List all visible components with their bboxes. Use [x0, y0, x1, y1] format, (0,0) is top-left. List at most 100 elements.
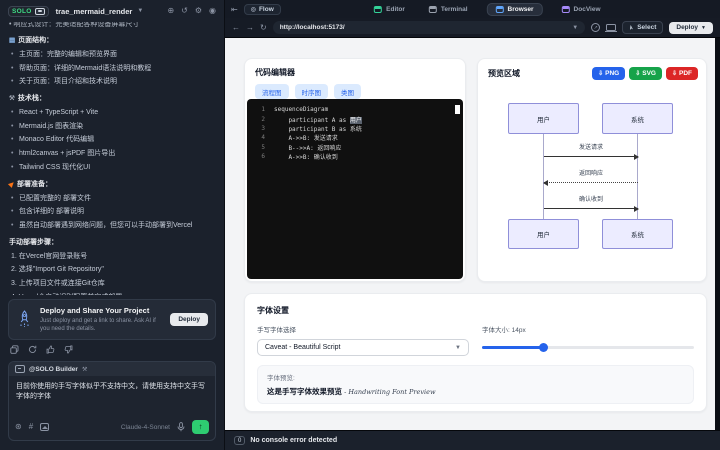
- font-size-slider[interactable]: [482, 339, 694, 356]
- attach-image-icon[interactable]: [40, 423, 49, 431]
- page-structure-list: 主页面：完整的编辑和预览界面 帮助页面：详细的Mermaid语法说明和教程 关于…: [9, 51, 215, 86]
- tab-sequence[interactable]: 时序图: [295, 84, 329, 99]
- list-item: Mermaid.js 图表渲染: [11, 123, 215, 131]
- device-toggle-icon[interactable]: [606, 24, 616, 31]
- code-editor-panel: 代码编辑器 流程图 时序图 类图 1 sequenceDiagram 2 par…: [244, 58, 466, 282]
- list-item: 主页面：完整的编辑和预览界面: [11, 51, 215, 59]
- slider-track[interactable]: [482, 346, 694, 350]
- select-element-button[interactable]: ➣ Select: [622, 21, 663, 34]
- list-item: 已配置完整的 部署文件: [11, 195, 215, 203]
- message-label: 返回响应: [544, 168, 638, 177]
- status-message: No console error detected: [250, 437, 337, 444]
- builder-icon: [35, 8, 45, 15]
- project-name[interactable]: trae_mermaid_render: [56, 7, 133, 16]
- sidebar-header-actions: ⊕ ↺ ⚙ ◉: [167, 7, 216, 15]
- step-item: 4. Vercel会自动识别配置并完成部署: [11, 294, 215, 296]
- editor-minimap[interactable]: [455, 105, 460, 114]
- deploy-card-title: Deploy and Share Your Project: [40, 306, 163, 315]
- chevron-down-icon: ▼: [701, 25, 706, 31]
- font-preview-suffix: - Handwriting Font Preview: [344, 388, 435, 396]
- actor-box-bottom: 用户: [508, 219, 579, 249]
- selected-text: 用户: [350, 117, 362, 124]
- deploy-button[interactable]: Deploy: [170, 313, 208, 326]
- step-item: 1. 在Vercel官网登录账号: [11, 253, 215, 261]
- hash-icon[interactable]: #: [29, 423, 33, 431]
- chevron-down-icon[interactable]: ▼: [137, 8, 143, 14]
- collapse-panel-icon[interactable]: ⇤: [231, 5, 238, 14]
- context-icon[interactable]: ⊛: [15, 423, 22, 431]
- actor-box-top: 用户: [508, 103, 579, 134]
- url-input[interactable]: http://localhost:5173/ ▼: [273, 21, 585, 34]
- deploy-share-card: Deploy and Share Your Project Just deplo…: [8, 299, 216, 340]
- builder-mode-icon: ⚒: [82, 366, 87, 373]
- agent-name: @SOLO Builder: [29, 366, 78, 373]
- chat-input-field[interactable]: 目前你使用的手写字体似乎不支持中文，请使用支持中文手写字体的字体: [9, 376, 215, 416]
- open-external-icon[interactable]: ↗: [591, 23, 600, 32]
- deploy-dropdown-button[interactable]: Deploy ▼: [669, 22, 713, 34]
- browser-urlbar: ← → ↻ http://localhost:5173/ ▼ ↗ ➣ Selec…: [225, 18, 720, 38]
- deploy-card-description: Just deploy and get a link to share. Ask…: [40, 317, 163, 333]
- history-icon[interactable]: ↺: [181, 7, 188, 15]
- chat-transcript[interactable]: • 响应式设计：完美适配各种设备屏幕尺寸 ▤ 页面结构： 主页面：完整的编辑和预…: [0, 22, 224, 295]
- message-arrow-right: [544, 208, 638, 209]
- font-size-label: 字体大小: 14px: [482, 324, 694, 334]
- message-arrow-left-dotted: [544, 182, 638, 183]
- tab-flowchart[interactable]: 流程图: [255, 84, 289, 99]
- error-count-badge: 0: [234, 436, 245, 445]
- page-icon: ▤: [9, 36, 15, 44]
- diagram-type-tabs: 流程图 时序图 类图: [255, 84, 465, 99]
- flow-button[interactable]: ◎ Flow: [244, 4, 281, 15]
- tech-stack-list: React + TypeScript + Vite Mermaid.js 图表渲…: [9, 109, 215, 171]
- section-heading-pages: ▤ 页面结构：: [9, 35, 215, 45]
- profile-icon[interactable]: ◉: [209, 7, 216, 15]
- code-line: 2 participant A as 用户: [247, 114, 463, 123]
- browser-viewport: 代码编辑器 流程图 时序图 类图 1 sequenceDiagram 2 par…: [225, 38, 720, 430]
- actor-box-top: 系统: [602, 103, 673, 134]
- code-line: 6 A->>B: 确认收到: [247, 152, 463, 161]
- tab-docview[interactable]: DocView: [557, 3, 606, 16]
- send-button[interactable]: ↑: [192, 420, 209, 434]
- message-actions-row: [0, 340, 224, 356]
- settings-icon[interactable]: ⚙: [195, 7, 202, 15]
- solo-logo-text: SOLO: [12, 8, 32, 15]
- url-dropdown-icon[interactable]: ▼: [572, 25, 578, 31]
- slider-thumb[interactable]: [539, 343, 548, 352]
- workspace-panel: ⇤ ◎ Flow Editor Terminal Browser: [225, 0, 720, 450]
- tab-class[interactable]: 类图: [334, 84, 361, 99]
- tab-terminal[interactable]: Terminal: [424, 3, 473, 16]
- section-heading-manual-steps: 手动部署步骤：: [9, 237, 215, 247]
- code-line: 4 A->>B: 发送请求: [247, 133, 463, 142]
- monaco-editor[interactable]: 1 sequenceDiagram 2 participant A as 用户 …: [247, 99, 463, 279]
- code-line: 5 B-->>A: 返回响应: [247, 143, 463, 152]
- workspace-tabbar: ⇤ ◎ Flow Editor Terminal Browser: [225, 0, 720, 18]
- clipped-message-line: • 响应式设计：完美适配各种设备屏幕尺寸: [9, 22, 215, 28]
- chat-input-footer: ⊛ # Claude-4-Sonnet ↑: [9, 416, 215, 440]
- chat-input-header: @SOLO Builder ⚒: [9, 362, 215, 376]
- message-arrow-right: [544, 156, 638, 157]
- font-select[interactable]: Caveat - Beautiful Script ▼: [257, 339, 469, 356]
- thumbs-down-icon[interactable]: [64, 345, 73, 354]
- solo-logo[interactable]: SOLO: [8, 6, 49, 17]
- model-selector[interactable]: Claude-4-Sonnet: [121, 424, 170, 431]
- list-item: Tailwind CSS 现代化UI: [11, 164, 215, 172]
- rocket-illustration-icon: [16, 310, 33, 329]
- code-line: 3 participant B as 系统: [247, 124, 463, 133]
- preview-panel: 预览区域 ⇩ PNG ⇩ SVG ⇩ PDF: [477, 58, 707, 282]
- app-window: SOLO trae_mermaid_render ▼ ⊕ ↺ ⚙ ◉ • 响应式…: [0, 0, 720, 450]
- microphone-icon[interactable]: [177, 422, 185, 432]
- refresh-icon[interactable]: ↻: [260, 24, 267, 32]
- sidebar-header: SOLO trae_mermaid_render ▼ ⊕ ↺ ⚙ ◉: [0, 0, 224, 22]
- regenerate-icon[interactable]: [28, 345, 37, 354]
- list-item: html2canvas + jsPDF 图片导出: [11, 150, 215, 158]
- new-chat-icon[interactable]: ⊕: [167, 7, 174, 15]
- copy-icon[interactable]: [10, 345, 19, 354]
- forward-icon[interactable]: →: [246, 24, 254, 32]
- back-icon[interactable]: ←: [232, 24, 240, 32]
- list-item: 虽然自动部署遇到网络问题，但您可以手动部署到Vercel: [11, 222, 215, 230]
- tab-browser[interactable]: Browser: [487, 3, 543, 16]
- deploy-prep-list: 已配置完整的 部署文件 包含详细的 部署说明 虽然自动部署遇到网络问题，但您可以…: [9, 195, 215, 230]
- thumbs-up-icon[interactable]: [46, 345, 55, 354]
- tab-editor[interactable]: Editor: [369, 3, 410, 16]
- left-sidebar: SOLO trae_mermaid_render ▼ ⊕ ↺ ⚙ ◉ • 响应式…: [0, 0, 225, 450]
- step-item: 3. 上传项目文件或连接Git仓库: [11, 280, 215, 288]
